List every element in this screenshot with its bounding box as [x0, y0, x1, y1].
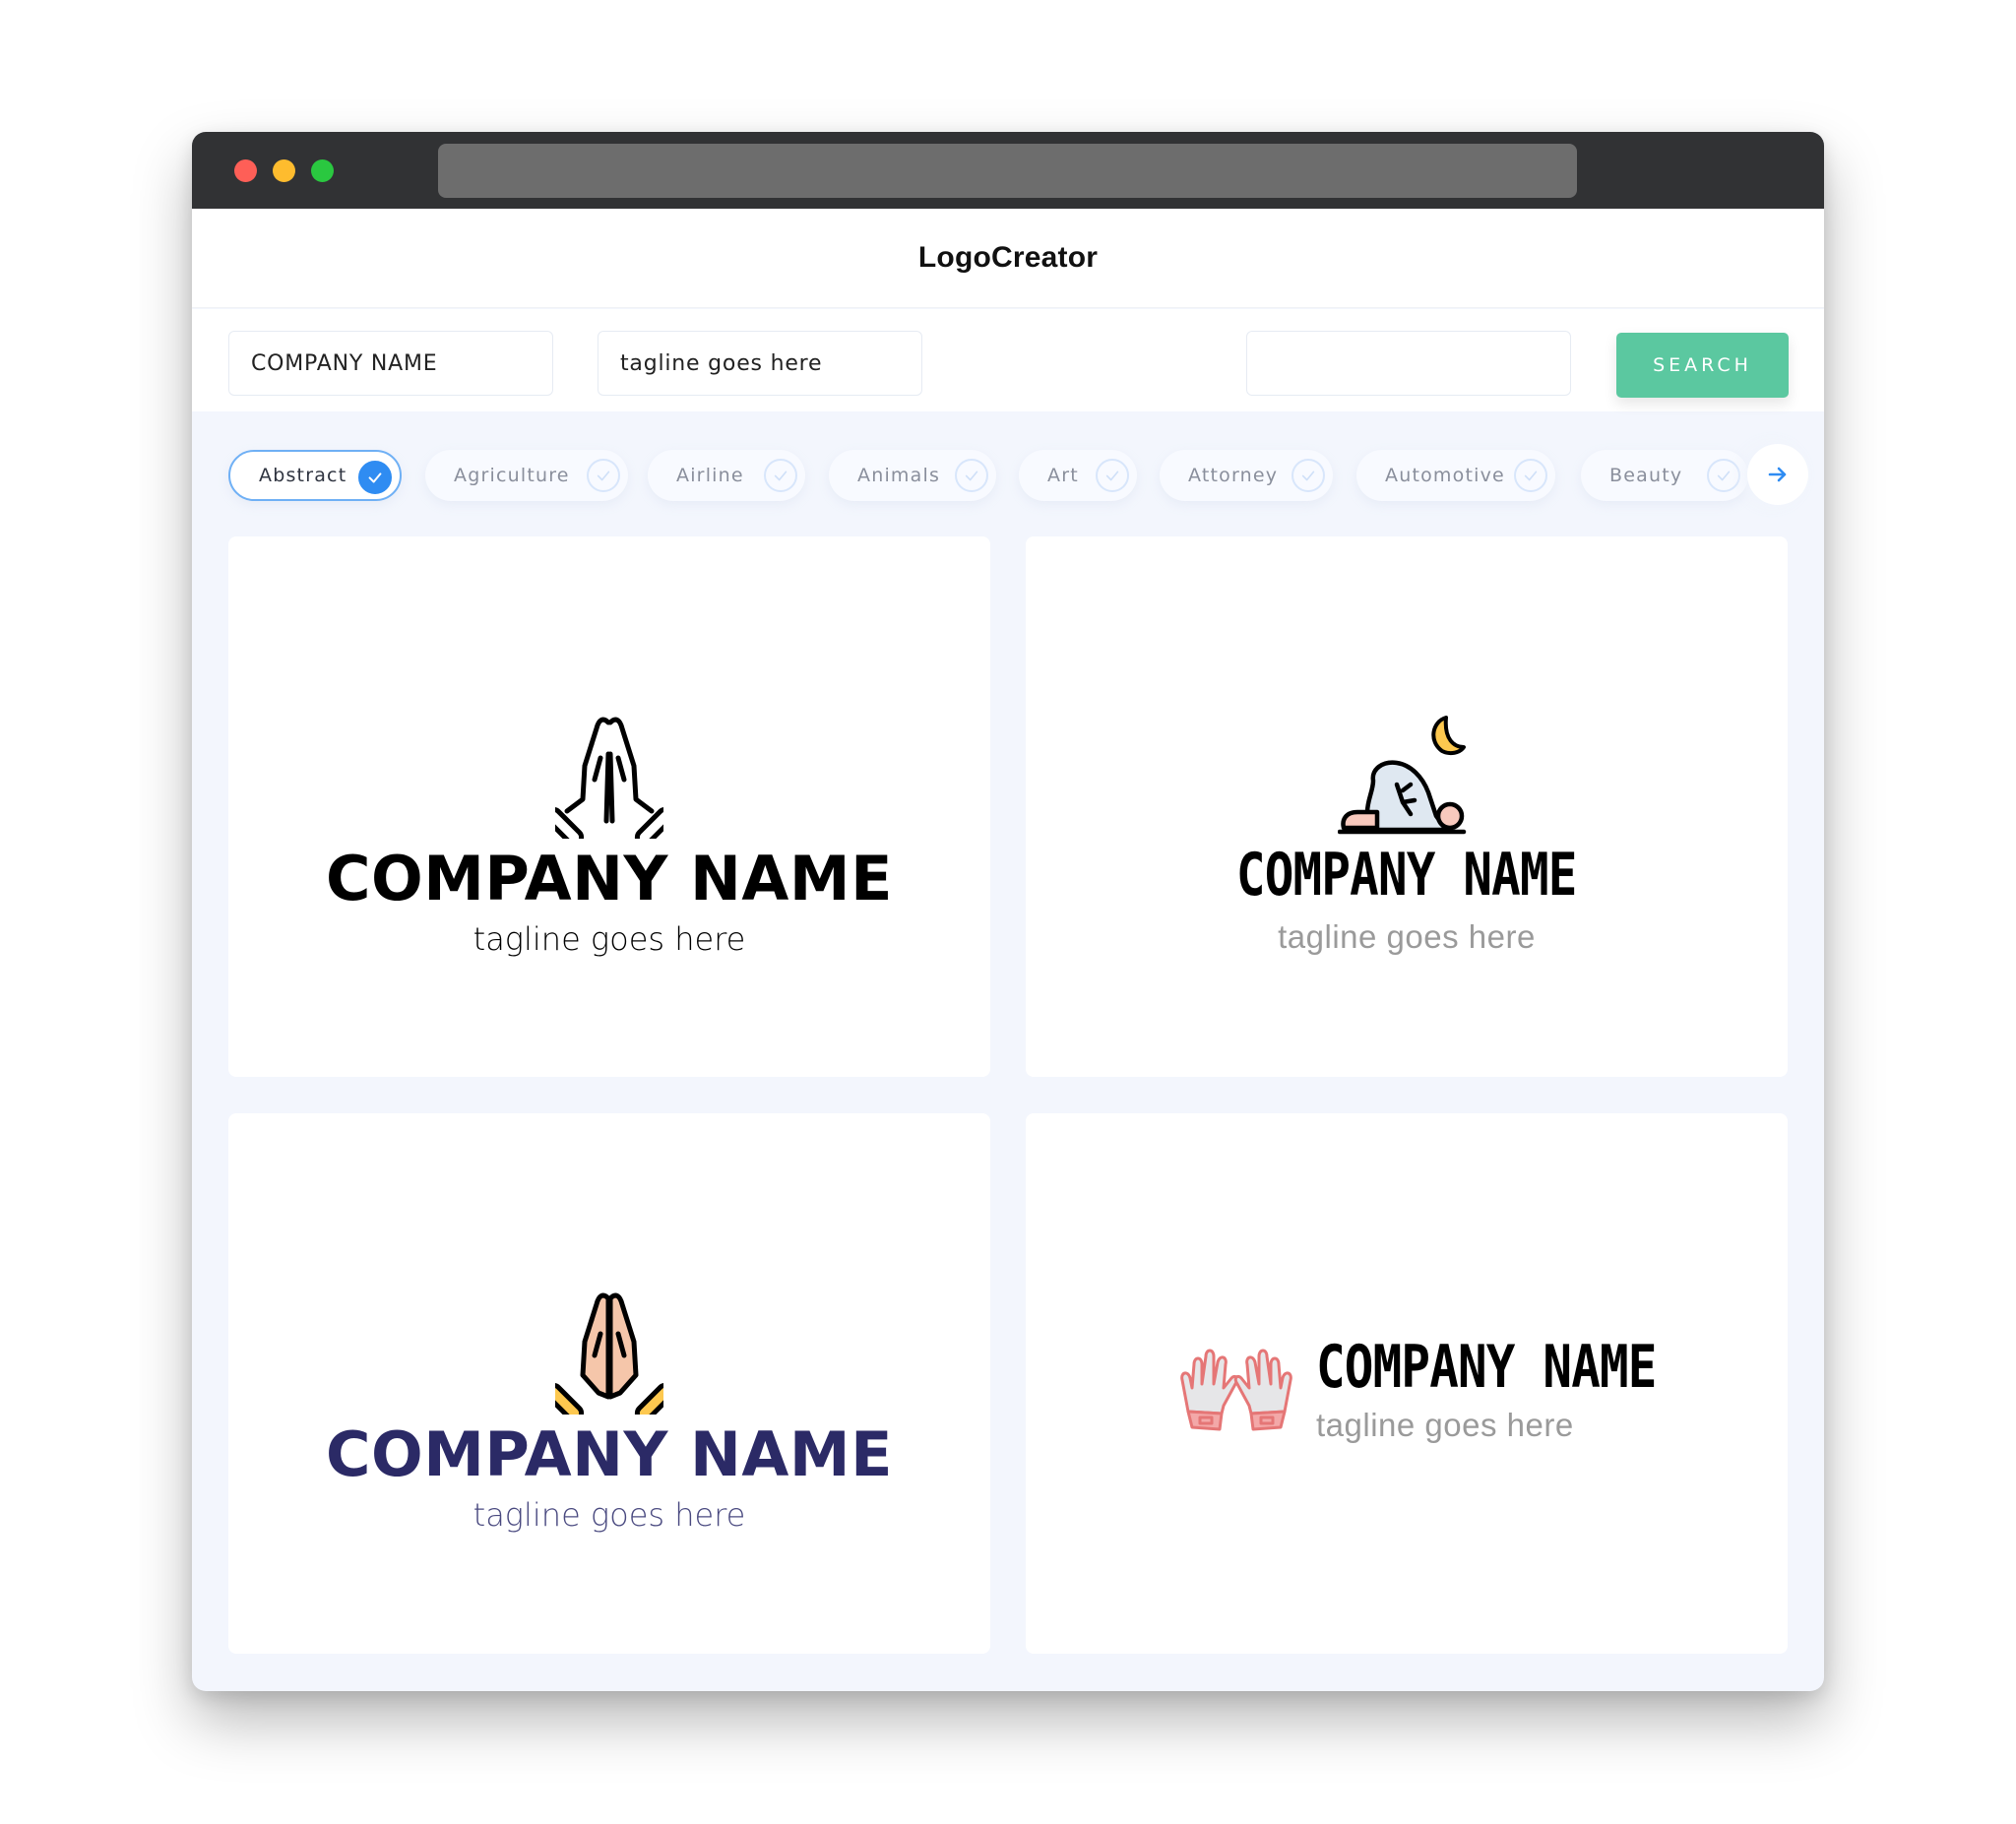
site-header: LogoCreator: [192, 209, 1824, 308]
logo-company-name: COMPANY NAME: [326, 1418, 893, 1490]
praying-hands-outline-icon: [555, 717, 663, 839]
browser-window: LogoCreator SEARCH Abstract Agriculture …: [192, 132, 1824, 1691]
prostrating-prayer-moon-icon: [1338, 716, 1467, 835]
close-window-button[interactable]: [234, 159, 257, 182]
category-filter-bar: Abstract Agriculture Airline Animals Art…: [228, 444, 1808, 505]
search-bar: SEARCH: [192, 309, 1824, 411]
category-chip-airline[interactable]: Airline: [648, 450, 805, 501]
category-label: Beauty: [1609, 465, 1683, 486]
gloves-icon: [1180, 1349, 1292, 1430]
logo-company-name: COMPANY NAME: [326, 843, 893, 914]
arrow-right-icon: [1768, 467, 1787, 482]
logo-tagline: tagline goes here: [472, 920, 746, 958]
address-bar[interactable]: [438, 144, 1577, 198]
category-chip-automotive[interactable]: Automotive: [1356, 450, 1555, 501]
category-chip-beauty[interactable]: Beauty: [1581, 450, 1748, 501]
search-button[interactable]: SEARCH: [1616, 333, 1789, 398]
logo-company-name: COMPANY NAME: [1236, 841, 1577, 910]
logo-card[interactable]: COMPANY NAME tagline goes here: [228, 1113, 990, 1654]
maximize-window-button[interactable]: [311, 159, 334, 182]
category-chip-animals[interactable]: Animals: [829, 450, 996, 501]
title-bar: [192, 132, 1824, 209]
check-icon: [1514, 459, 1547, 492]
logo-text-block: COMPANY NAME tagline goes here: [1316, 1338, 1731, 1441]
check-icon: [1707, 459, 1740, 492]
check-icon: [587, 459, 620, 492]
category-chip-attorney[interactable]: Attorney: [1160, 450, 1333, 501]
category-label: Agriculture: [454, 465, 570, 486]
logo-tagline: tagline goes here: [1278, 918, 1536, 955]
category-label: Airline: [676, 465, 744, 486]
brand-logo[interactable]: LogoCreator: [918, 241, 1098, 275]
logo-preview: COMPANY NAME tagline goes here: [228, 715, 990, 955]
tagline-input[interactable]: [598, 331, 922, 396]
check-icon: [1096, 459, 1129, 492]
check-icon: [764, 459, 797, 492]
logo-card[interactable]: COMPANY NAME tagline goes here: [228, 536, 990, 1077]
category-chip-art[interactable]: Art: [1019, 450, 1137, 501]
logo-card[interactable]: COMPANY NAME tagline goes here: [1026, 1113, 1788, 1654]
minimize-window-button[interactable]: [273, 159, 295, 182]
company-name-input[interactable]: [228, 331, 553, 396]
logo-card[interactable]: COMPANY NAME tagline goes here: [1026, 536, 1788, 1077]
category-label: Art: [1047, 465, 1079, 486]
logo-preview: COMPANY NAME tagline goes here: [228, 1290, 990, 1531]
category-chip-agriculture[interactable]: Agriculture: [425, 450, 628, 501]
check-icon: [955, 459, 988, 492]
category-label: Automotive: [1385, 465, 1505, 486]
logo-preview: COMPANY NAME tagline goes here: [1178, 1338, 1731, 1441]
check-icon: [1292, 459, 1325, 492]
logo-preview: COMPANY NAME tagline goes here: [1026, 712, 1788, 953]
category-chip-abstract[interactable]: Abstract: [228, 450, 402, 501]
logo-company-name: COMPANY NAME: [1316, 1333, 1657, 1402]
category-label: Animals: [857, 465, 941, 486]
keyword-input[interactable]: [1246, 331, 1571, 396]
category-label: Abstract: [259, 465, 347, 486]
logo-tagline: tagline goes here: [472, 1496, 746, 1534]
category-label: Attorney: [1188, 465, 1279, 486]
logo-tagline: tagline goes here: [1316, 1407, 1574, 1443]
next-categories-button[interactable]: [1747, 444, 1808, 505]
check-icon: [358, 461, 392, 494]
praying-hands-color-icon: [555, 1292, 663, 1415]
